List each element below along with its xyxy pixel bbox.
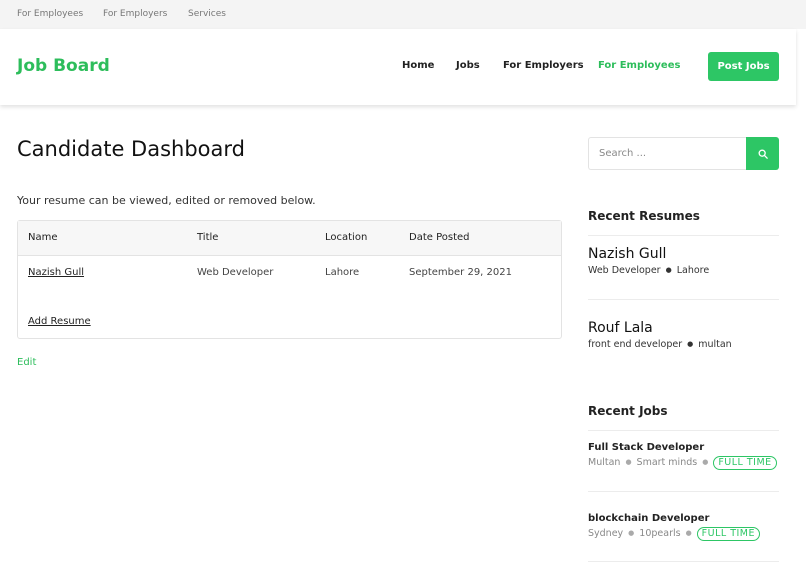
job-item-title[interactable]: Full Stack Developer [588, 442, 704, 453]
divider [588, 561, 779, 562]
recent-resumes-heading: Recent Resumes [588, 209, 700, 223]
job-item-company: 10pearls [639, 528, 681, 539]
separator-dot: ● [685, 529, 692, 537]
resume-item-name[interactable]: Nazish Gull [588, 246, 666, 262]
add-resume-link[interactable]: Add Resume [28, 316, 91, 327]
search-icon [758, 149, 768, 159]
post-jobs-button[interactable]: Post Jobs [708, 52, 779, 81]
resume-item-meta: Web Developer ● Lahore [588, 265, 709, 276]
column-header-name: Name [28, 232, 58, 243]
topbar-link-for-employers[interactable]: For Employers [103, 9, 167, 19]
divider [588, 430, 779, 431]
nav-item-home[interactable]: Home [402, 60, 434, 71]
separator-dot: ● [625, 458, 632, 466]
job-item-location: Multan [588, 457, 621, 468]
site-header: Job Board Home Jobs For Employers For Em… [0, 29, 796, 105]
resume-item-name[interactable]: Rouf Lala [588, 320, 653, 336]
resume-item-title: Web Developer [588, 265, 661, 276]
job-item-company: Smart minds [636, 457, 698, 468]
nav-item-for-employers[interactable]: For Employers [503, 60, 584, 71]
page-title: Candidate Dashboard [17, 137, 245, 161]
job-item-meta: Sydney ● 10pearls ● FULL TIME [588, 527, 760, 541]
site-logo[interactable]: Job Board [17, 56, 110, 76]
job-item-title[interactable]: blockchain Developer [588, 513, 709, 524]
job-type-badge: FULL TIME [713, 456, 777, 470]
table-header: Name Title Location Date Posted [18, 221, 561, 256]
divider [588, 491, 779, 492]
resume-location: Lahore [325, 267, 360, 278]
topbar-link-for-employees[interactable]: For Employees [17, 9, 83, 19]
dashboard-intro: Your resume can be viewed, edited or rem… [17, 194, 316, 207]
separator-dot: ● [665, 266, 672, 274]
recent-jobs-heading: Recent Jobs [588, 404, 668, 418]
search-button[interactable] [746, 137, 779, 170]
separator-dot: ● [687, 340, 694, 348]
topbar-link-services[interactable]: Services [188, 9, 226, 19]
divider [588, 299, 779, 300]
resume-item-meta: front end developer ● multan [588, 339, 732, 350]
resume-name-link[interactable]: Nazish Gull [28, 267, 84, 278]
column-header-date-posted: Date Posted [409, 232, 470, 243]
search-input[interactable] [589, 138, 747, 169]
resume-date-posted: September 29, 2021 [409, 267, 512, 278]
job-type-badge: FULL TIME [696, 527, 760, 541]
separator-dot: ● [702, 458, 709, 466]
resume-item-location: multan [698, 339, 732, 350]
job-item-location: Sydney [588, 528, 624, 539]
edit-link[interactable]: Edit [17, 357, 36, 368]
nav-item-for-employees[interactable]: For Employees [598, 60, 680, 71]
job-item-meta: Multan ● Smart minds ● FULL TIME [588, 456, 777, 470]
resume-title: Web Developer [197, 267, 274, 278]
resume-item-title: front end developer [588, 339, 683, 350]
divider [588, 235, 779, 236]
column-header-title: Title [197, 232, 219, 243]
resume-table: Name Title Location Date Posted Nazish G… [17, 220, 562, 339]
column-header-location: Location [325, 232, 368, 243]
nav-item-jobs[interactable]: Jobs [456, 60, 480, 71]
search-box [588, 137, 747, 170]
resume-item-location: Lahore [676, 265, 710, 276]
top-utility-bar: For Employees For Employers Services [0, 0, 806, 29]
separator-dot: ● [628, 529, 635, 537]
